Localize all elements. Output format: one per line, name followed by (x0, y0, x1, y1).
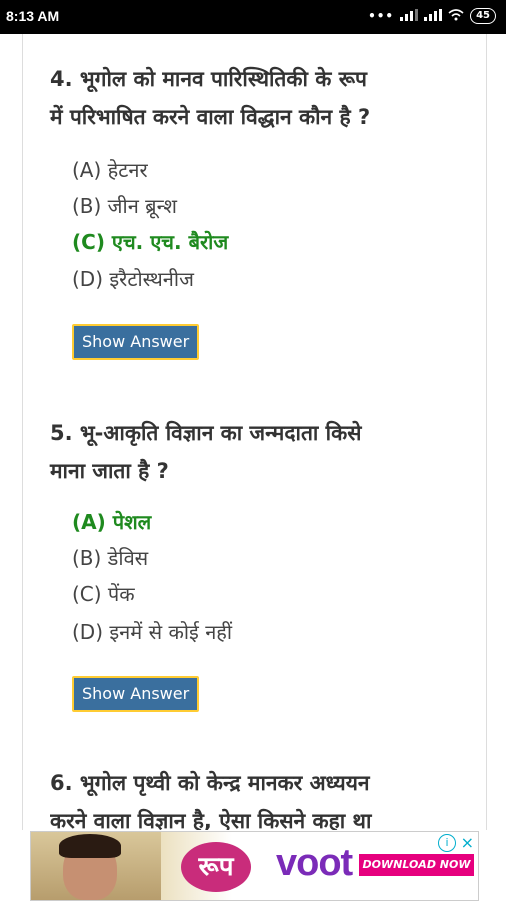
question-4-option-c[interactable]: (C) एच. एच. बैरोज (72, 228, 228, 255)
ad-close-icon[interactable]: × (461, 833, 474, 852)
ad-info-icon[interactable]: i (438, 834, 456, 852)
question-4-line1: 4. भूगोल को मानव पारिस्थितिकी के रूप (50, 67, 367, 91)
question-4-line2: में परिभाषित करने वाला विद्धान कौन है ? (50, 105, 371, 129)
question-5-line1: 5. भू-आकृति विज्ञान का जन्मदाता किसे (50, 421, 362, 445)
question-6: 6. भूगोल पृथ्वी को केन्द्र मानकर अध्ययन … (50, 764, 482, 830)
battery-icon: 45 (470, 8, 496, 24)
ad-hair (59, 834, 121, 858)
question-6-line1: 6. भूगोल पृथ्वी को केन्द्र मानकर अध्ययन (50, 771, 370, 795)
wifi-icon (448, 8, 464, 24)
question-4-option-d[interactable]: (D) इरैटोस्थनीज (72, 265, 194, 292)
question-5-option-c[interactable]: (C) पेंक (72, 580, 135, 607)
ad-brand-logo: voot (276, 842, 353, 884)
question-5-option-b[interactable]: (B) डेविस (72, 544, 148, 571)
ad-banner[interactable]: रूप voot DOWNLOAD NOW i × (30, 831, 479, 901)
status-bar: 8:13 AM ••• 45 (0, 0, 506, 34)
show-answer-button-4[interactable]: Show Answer (72, 324, 200, 360)
question-4-option-b[interactable]: (B) जीन ब्रून्श (72, 192, 177, 219)
more-dots-icon: ••• (368, 9, 395, 23)
question-5-line2: माना जाता है ? (50, 459, 169, 483)
question-5-option-d[interactable]: (D) इनमें से कोई नहीं (72, 618, 232, 645)
status-time: 8:13 AM (6, 8, 60, 24)
show-answer-button-5[interactable]: Show Answer (72, 676, 200, 712)
question-4: 4. भूगोल को मानव पारिस्थितिकी के रूप में… (50, 60, 482, 136)
signal-icon (400, 8, 419, 24)
ad-photo (31, 832, 161, 900)
question-5: 5. भू-आकृति विज्ञान का जन्मदाता किसे मान… (50, 414, 482, 490)
question-6-line2: करने वाला विज्ञान है, ऐसा किसने कहा था (50, 809, 372, 830)
status-icons: ••• 45 (368, 8, 496, 24)
ad-show-logo: रूप (181, 842, 251, 892)
question-5-option-a[interactable]: (A) पेशल (72, 508, 151, 535)
question-4-option-a[interactable]: (A) हेटनर (72, 156, 148, 183)
signal-icon-2 (424, 8, 443, 24)
ad-download-button[interactable]: DOWNLOAD NOW (359, 854, 474, 876)
